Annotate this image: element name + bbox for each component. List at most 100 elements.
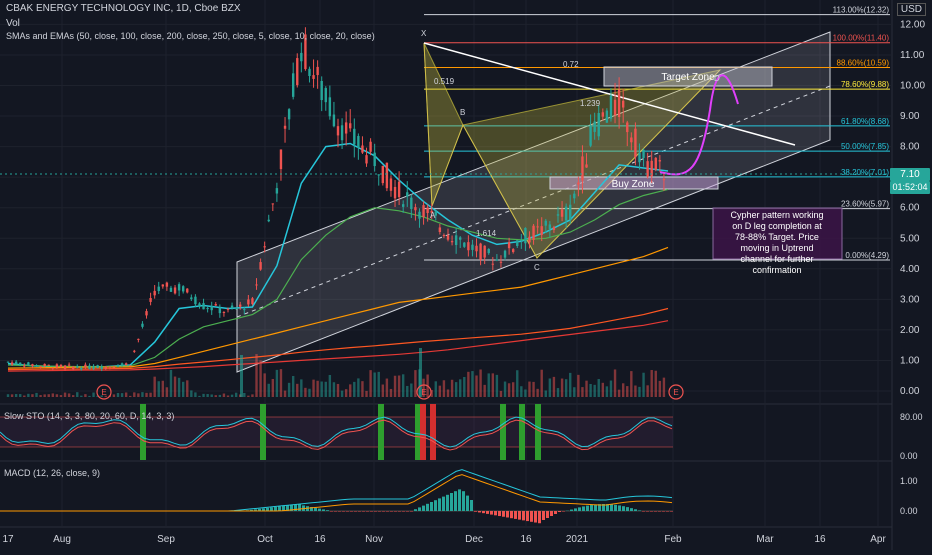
volume-bar <box>333 382 335 397</box>
macd-bar <box>354 511 357 512</box>
candle-body <box>117 365 119 367</box>
volume-bar <box>532 382 534 397</box>
candle-body <box>581 156 583 180</box>
target-zone-label: Target Zone <box>661 72 715 83</box>
volume-bar <box>31 394 33 397</box>
fib-level-label: 23.60%(5.97) <box>841 200 889 209</box>
volume-bar <box>443 380 445 397</box>
candle-body <box>15 362 17 364</box>
volume-bar <box>308 389 310 397</box>
volume-bar <box>557 388 559 397</box>
volume-bar <box>259 360 261 397</box>
volume-bar <box>626 386 628 397</box>
volume-bar <box>602 383 604 397</box>
candle-body <box>333 115 335 127</box>
volume-bar <box>312 380 314 397</box>
volume-bar <box>280 369 282 397</box>
candle-body <box>418 212 420 219</box>
volume-bar <box>341 391 343 397</box>
macd-bar <box>314 508 317 511</box>
macd-bar <box>454 491 457 511</box>
volume-bar <box>141 392 143 397</box>
volume-bar <box>7 394 9 397</box>
volume-bar <box>373 372 375 397</box>
candle-body <box>231 306 233 308</box>
macd-bar <box>450 493 453 511</box>
fib-level-label: 78.60%(9.88) <box>841 80 889 89</box>
macd-bar <box>554 511 557 514</box>
macd-bar <box>386 511 389 512</box>
candle-body <box>292 73 294 97</box>
macd-bar <box>514 511 517 519</box>
candle-body <box>56 364 58 367</box>
fib-level-label: 38.20%(7.01) <box>841 168 889 177</box>
volume-bar <box>349 384 351 397</box>
volume-bar <box>651 370 653 397</box>
macd-bar <box>626 507 629 511</box>
time-tick: Feb <box>664 534 682 545</box>
fib-level-label: 88.60%(10.59) <box>837 58 890 67</box>
volume-bar <box>471 371 473 397</box>
volume-bar <box>202 394 204 397</box>
time-tick: 2021 <box>566 534 589 545</box>
candle-body <box>663 179 665 180</box>
macd-bar <box>418 507 421 511</box>
volume-bar <box>174 377 176 397</box>
volume-bar <box>227 395 229 397</box>
currency-label[interactable]: USD <box>897 3 926 16</box>
buy-zone-label: Buy Zone <box>612 179 655 190</box>
price-tick: 8.00 <box>900 142 920 153</box>
volume-bar <box>581 387 583 397</box>
candle-body <box>577 183 579 185</box>
volume-bar <box>211 394 213 397</box>
candle-body <box>194 297 196 304</box>
volume-bar <box>145 393 147 397</box>
volume-bar <box>162 381 164 397</box>
volume-bar <box>166 387 168 397</box>
candle-body <box>483 246 485 258</box>
volume-bar <box>329 375 331 397</box>
volume-bar <box>467 372 469 397</box>
candle-body <box>402 204 404 207</box>
macd-bar <box>318 509 321 511</box>
candle-body <box>573 194 575 199</box>
macd-bar <box>638 510 641 511</box>
volume-bar <box>512 382 514 397</box>
price-chart[interactable]: 12.0011.0010.009.008.007.006.005.004.003… <box>0 0 932 550</box>
candle-body <box>614 100 616 115</box>
macd-bar <box>410 511 413 512</box>
macd-bar <box>582 506 585 511</box>
macd-bar <box>398 511 401 512</box>
volume-bar <box>577 375 579 397</box>
candle-body <box>27 362 29 365</box>
volume-bar <box>235 393 237 397</box>
volume-bar <box>198 396 200 397</box>
volume-bar <box>215 395 217 397</box>
candle-body <box>329 97 331 116</box>
pattern-ratio: 0.519 <box>434 77 455 86</box>
macd-bar <box>430 502 433 511</box>
macd-bar <box>658 511 661 512</box>
note-text: moving in Uptrend <box>740 243 813 253</box>
macd-bar <box>654 511 657 512</box>
volume-bar <box>536 389 538 397</box>
volume-bar <box>240 355 243 397</box>
macd-bar <box>538 511 541 523</box>
volume-bar <box>459 379 461 397</box>
candle-body <box>545 221 547 226</box>
price-tick: 2.00 <box>900 325 920 336</box>
candle-body <box>296 58 298 85</box>
volume-bar <box>182 382 184 397</box>
candle-body <box>288 109 290 119</box>
volume-bar <box>129 396 131 397</box>
volume-bar <box>606 386 608 397</box>
volume-bar <box>545 390 547 397</box>
volume-bar <box>231 395 233 397</box>
candle-body <box>96 365 98 368</box>
candle-body <box>247 299 249 304</box>
pattern-ratio: 1.614 <box>476 229 497 238</box>
macd-bar <box>542 511 545 520</box>
volume-bar <box>80 396 82 397</box>
candle-body <box>479 244 481 260</box>
volume-bar <box>72 395 74 397</box>
